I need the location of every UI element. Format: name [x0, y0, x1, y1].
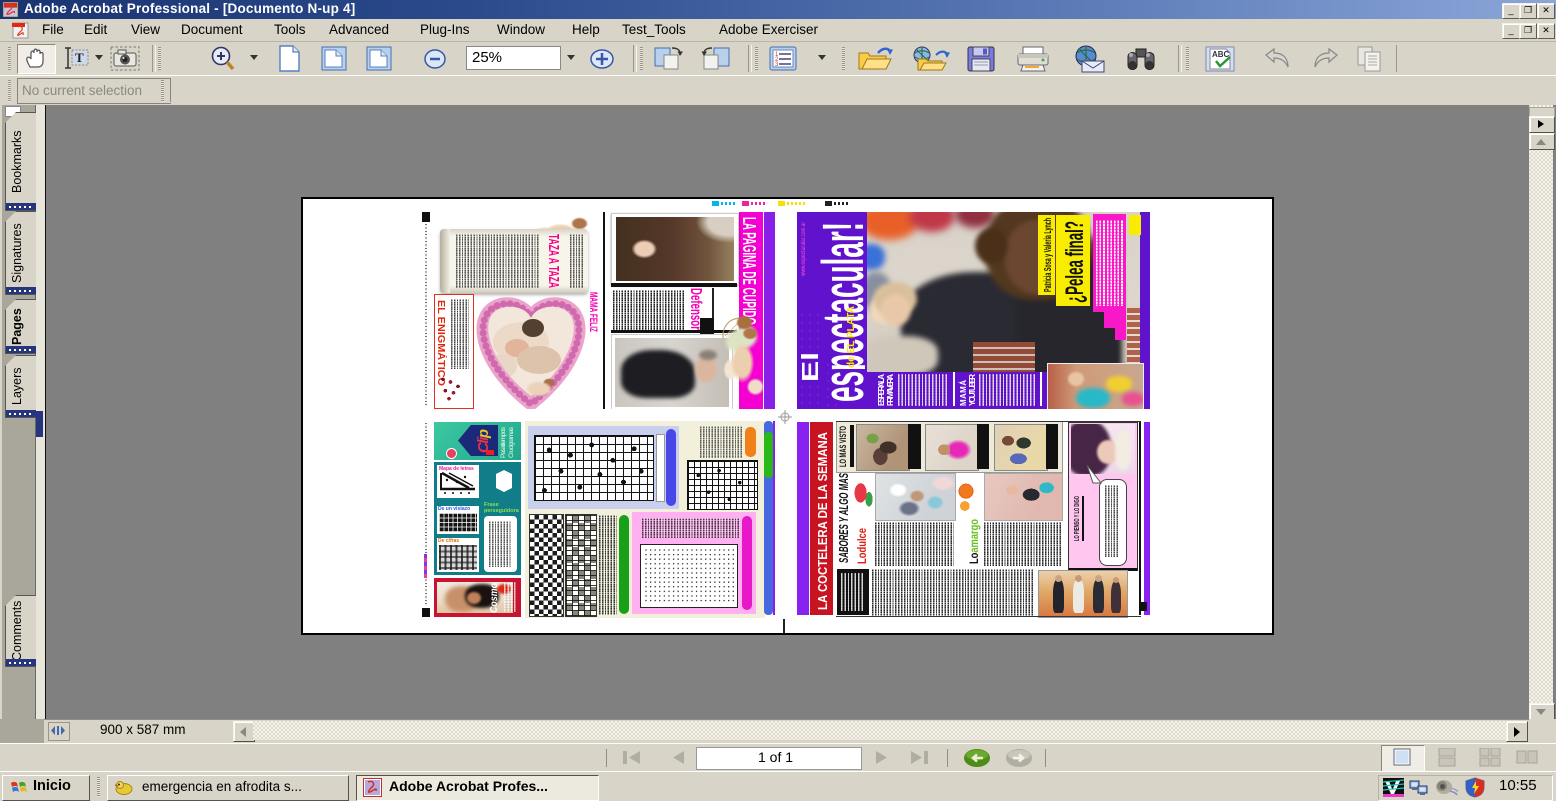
svg-text:LO MAS VISTO: LO MAS VISTO — [838, 426, 848, 467]
svg-text:TAZA A TAZA: TAZA A TAZA — [545, 234, 562, 288]
svg-text:Pasatiempos: Pasatiempos — [500, 426, 507, 458]
svg-text:ABC: ABC — [1212, 50, 1230, 59]
svg-text:ESPERA LA: ESPERA LA — [877, 374, 886, 406]
svg-text:Patricia Sosa y Valeria Lynch: Patricia Sosa y Valeria Lynch — [1043, 218, 1054, 292]
svg-text:LA PAGINA DE CUPIDO: LA PAGINA DE CUPIDO — [739, 217, 760, 325]
svg-text:Lodulce: Lodulce — [855, 528, 869, 564]
svg-text:PRIMAVERA: PRIMAVERA — [886, 374, 895, 406]
svg-text:LO PIENSO Y LO DIGO: LO PIENSO Y LO DIGO — [1074, 496, 1081, 541]
svg-text:El: El — [798, 352, 822, 382]
svg-text:MAMÁ: MAMÁ — [959, 380, 968, 406]
svg-text:LA COCTELERA DE LA SEMANA: LA COCTELERA DE LA SEMANA — [815, 431, 830, 610]
svg-text:Crucigramas: Crucigramas — [508, 426, 515, 458]
svg-text:www.espectacular.com.ar: www.espectacular.com.ar — [801, 222, 807, 277]
svg-text:SABORES Y ALGO MAS: SABORES Y ALGO MAS — [836, 473, 851, 563]
svg-text:Loamargo: Loamargo — [967, 519, 981, 564]
svg-text:YOUTUBER: YOUTUBER — [968, 374, 977, 406]
svg-text:T: T — [75, 50, 84, 65]
svg-text:de EL PLATA: de EL PLATA — [845, 306, 857, 368]
svg-text:¿Pelea final?: ¿Pelea final? — [1061, 221, 1089, 303]
svg-text:Cosmo: Cosmo — [489, 583, 500, 613]
